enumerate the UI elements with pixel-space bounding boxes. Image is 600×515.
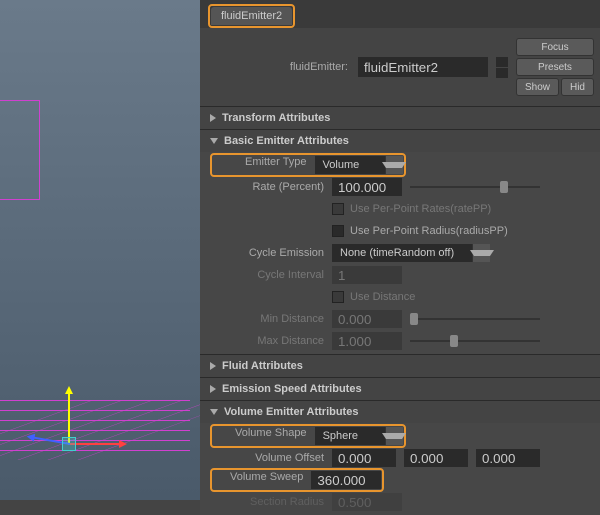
emitter-type-dropdown[interactable]: Volume <box>315 156 403 174</box>
section-title: Emission Speed Attributes <box>222 383 362 395</box>
emitter-type-label: Emitter Type <box>213 156 315 174</box>
volume-sweep-input[interactable] <box>311 471 381 489</box>
node-name-input[interactable] <box>358 57 488 77</box>
use-distance-label: Use Distance <box>350 291 415 303</box>
section-radius-input <box>332 493 402 511</box>
node-name-label: fluidEmitter: <box>290 61 354 73</box>
chevron-down-icon <box>382 162 406 168</box>
basic-emitter-section-header[interactable]: Basic Emitter Attributes <box>200 130 600 152</box>
section-title: Volume Emitter Attributes <box>224 406 358 418</box>
max-distance-slider <box>410 332 540 350</box>
x-axis-arrow[interactable] <box>68 443 123 445</box>
max-distance-input <box>332 332 402 350</box>
volume-offset-label: Volume Offset <box>210 452 332 464</box>
rate-slider[interactable] <box>410 178 540 196</box>
manipulator-center[interactable] <box>62 437 76 451</box>
cycle-emission-label: Cycle Emission <box>210 247 332 259</box>
volume-offset-y-input[interactable] <box>404 449 468 467</box>
volume-sweep-label: Volume Sweep <box>213 471 311 489</box>
min-distance-slider <box>410 310 540 328</box>
chevron-right-icon <box>210 385 216 393</box>
attribute-editor: fluidEmitter2 fluidEmitter: Focus Preset… <box>200 0 600 500</box>
volume-shape-dropdown[interactable]: Sphere <box>315 427 403 445</box>
node-tab[interactable]: fluidEmitter2 <box>211 7 292 25</box>
transform-section-header[interactable]: Transform Attributes <box>200 107 600 129</box>
section-title: Basic Emitter Attributes <box>224 135 349 147</box>
chevron-right-icon <box>210 114 216 122</box>
volume-emitter-section-header[interactable]: Volume Emitter Attributes <box>200 401 600 423</box>
presets-button[interactable]: Presets <box>516 58 594 76</box>
chevron-down-icon <box>382 433 406 439</box>
use-distance-checkbox <box>332 291 344 303</box>
radius-pp-label: Use Per-Point Radius(radiusPP) <box>350 225 508 237</box>
volume-offset-x-input[interactable] <box>332 449 396 467</box>
emission-speed-section-header[interactable]: Emission Speed Attributes <box>200 378 600 400</box>
focus-button[interactable]: Focus <box>516 38 594 56</box>
chevron-right-icon <box>210 362 216 370</box>
cycle-interval-label: Cycle Interval <box>210 269 332 281</box>
rate-pp-label: Use Per-Point Rates(ratePP) <box>350 203 491 215</box>
min-distance-input <box>332 310 402 328</box>
show-button[interactable]: Show <box>516 78 559 96</box>
fluid-attributes-section-header[interactable]: Fluid Attributes <box>200 355 600 377</box>
section-title: Transform Attributes <box>222 112 330 124</box>
section-title: Fluid Attributes <box>222 360 303 372</box>
hide-button[interactable]: Hid <box>561 78 594 96</box>
chevron-down-icon <box>210 409 218 415</box>
snap-icon[interactable] <box>496 68 508 78</box>
rate-input[interactable] <box>332 178 402 196</box>
volume-shape-label: Volume Shape <box>213 427 315 445</box>
viewport-3d[interactable] <box>0 0 200 500</box>
min-distance-label: Min Distance <box>210 313 332 325</box>
rate-pp-checkbox <box>332 203 344 215</box>
rate-label: Rate (Percent) <box>210 181 332 193</box>
radius-pp-checkbox[interactable] <box>332 225 344 237</box>
chevron-down-icon <box>210 138 218 144</box>
section-radius-label: Section Radius <box>210 496 332 508</box>
max-distance-label: Max Distance <box>210 335 332 347</box>
snap-icon[interactable] <box>496 57 508 67</box>
volume-offset-z-input[interactable] <box>476 449 540 467</box>
chevron-down-icon <box>470 250 494 256</box>
cycle-interval-input <box>332 266 402 284</box>
cycle-emission-dropdown[interactable]: None (timeRandom off) <box>332 244 490 262</box>
